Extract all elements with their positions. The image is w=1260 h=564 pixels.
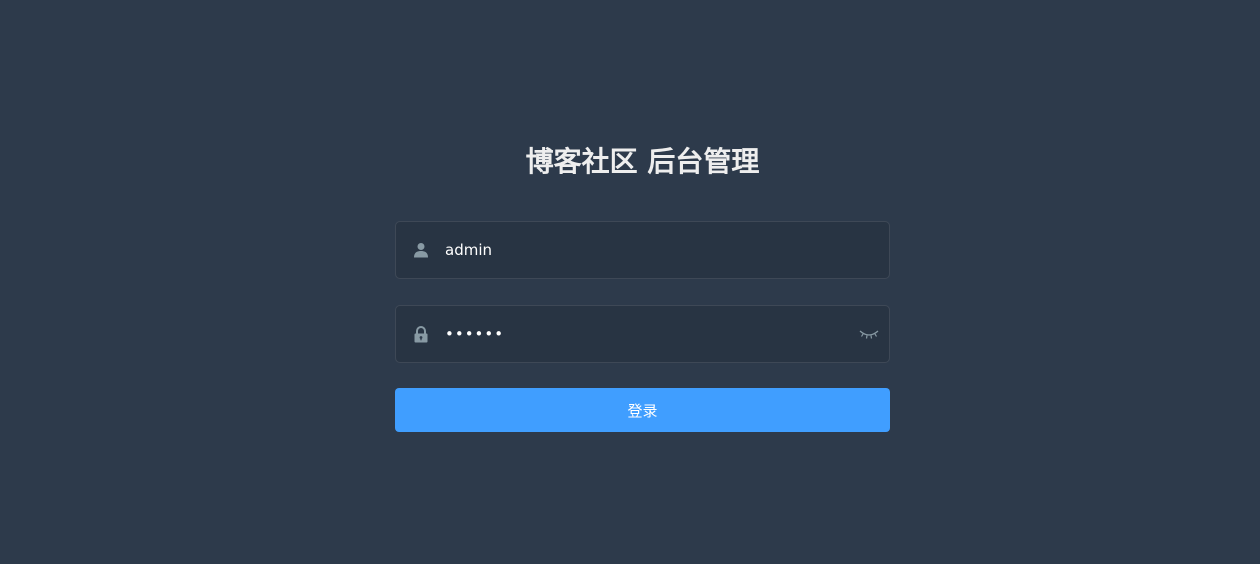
page-title: 博客社区 后台管理 <box>525 145 760 178</box>
username-input[interactable] <box>445 222 845 278</box>
username-field[interactable] <box>395 221 890 279</box>
lock-icon <box>412 325 430 343</box>
login-button[interactable]: 登录 <box>395 388 890 432</box>
login-container: 博客社区 后台管理 admin •••••• 登录 <box>0 0 1260 564</box>
user-icon <box>412 241 430 259</box>
eye-closed-icon[interactable] <box>859 326 879 342</box>
password-field[interactable] <box>395 305 890 363</box>
password-input[interactable] <box>445 306 845 362</box>
